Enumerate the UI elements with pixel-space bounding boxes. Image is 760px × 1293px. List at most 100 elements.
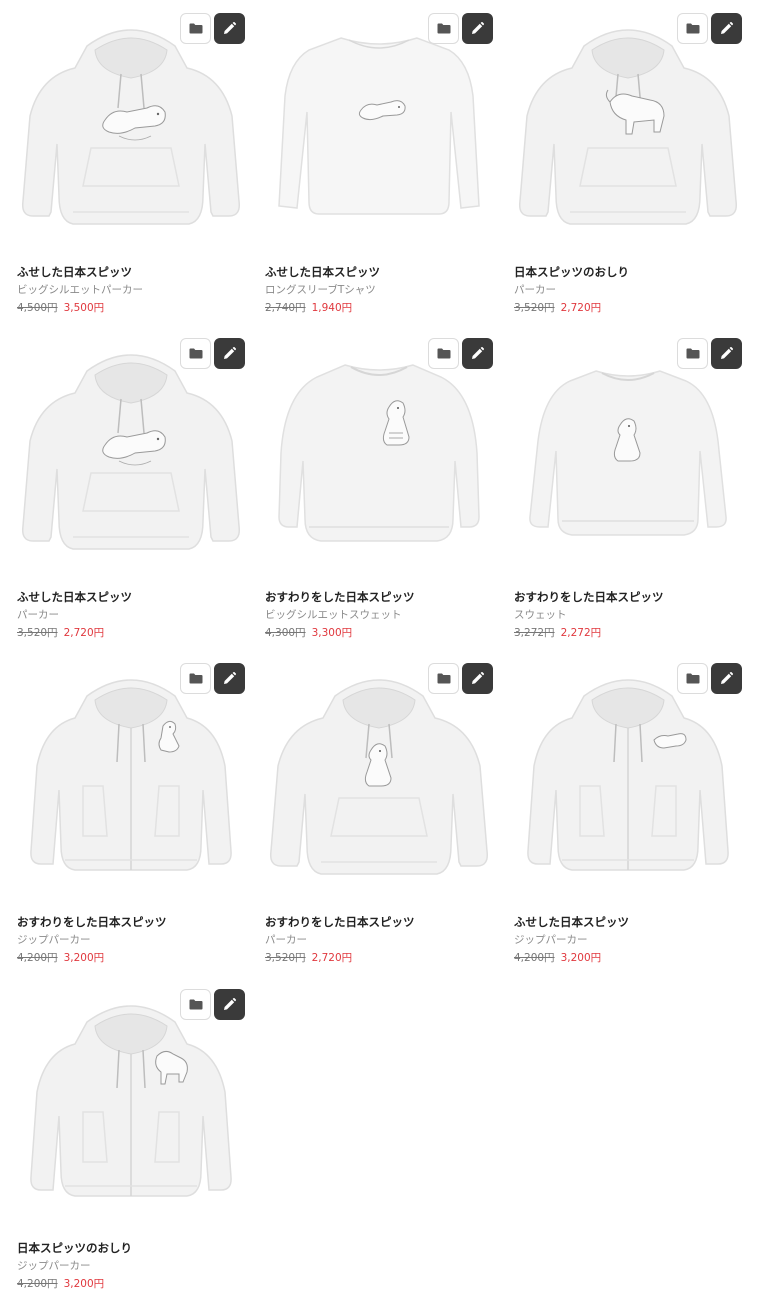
product-card[interactable]: ふせした日本スピッツ ロングスリーブTシャツ 2,740円 1,940円 [265, 13, 493, 316]
edit-button[interactable] [462, 663, 493, 694]
product-card[interactable]: ふせした日本スピッツ ビッグシルエットパーカー 4,500円 3,500円 [17, 13, 245, 316]
folder-icon [437, 348, 450, 359]
product-prices: 4,200円 3,200円 [514, 951, 742, 966]
pencil-icon [224, 672, 236, 684]
product-image[interactable] [514, 663, 742, 894]
pencil-icon [472, 347, 484, 359]
product-prices: 4,300円 3,300円 [265, 626, 493, 641]
add-to-collection-button[interactable] [428, 13, 459, 44]
product-prices: 3,272円 2,272円 [514, 626, 742, 641]
product-image[interactable] [265, 338, 493, 569]
pencil-icon [224, 998, 236, 1010]
product-title[interactable]: ふせした日本スピッツ [265, 264, 493, 280]
product-card[interactable]: ふせした日本スピッツ パーカー 3,520円 2,720円 [17, 338, 245, 641]
product-prices: 4,200円 3,200円 [17, 1277, 245, 1292]
sale-price: 3,500円 [63, 302, 105, 314]
add-to-collection-button[interactable] [180, 13, 211, 44]
product-type: パーカー [17, 609, 59, 621]
product-card[interactable]: おすわりをした日本スピッツ ビッグシルエットスウェット 4,300円 3,300円 [265, 338, 493, 641]
edit-button[interactable] [711, 13, 742, 44]
product-card[interactable]: おすわりをした日本スピッツ ジップパーカー 4,200円 3,200円 [17, 663, 245, 966]
product-type: スウェット [514, 609, 567, 621]
hoodie-illustration [21, 354, 241, 550]
product-prices: 4,500円 3,500円 [17, 301, 245, 316]
product-card[interactable]: おすわりをした日本スピッツ スウェット 3,272円 2,272円 [514, 338, 742, 641]
product-prices: 3,520円 2,720円 [17, 626, 245, 641]
product-title[interactable]: ふせした日本スピッツ [17, 589, 245, 605]
product-image[interactable] [265, 663, 493, 894]
product-image[interactable] [17, 989, 245, 1220]
folder-icon [189, 348, 202, 359]
product-image[interactable] [17, 338, 245, 569]
add-to-collection-button[interactable] [428, 663, 459, 694]
sweatshirt-illustration [528, 370, 728, 536]
original-price: 4,300円 [265, 627, 306, 639]
product-title[interactable]: ふせした日本スピッツ [514, 914, 742, 930]
product-image[interactable] [514, 338, 742, 569]
product-type: パーカー [265, 934, 307, 946]
product-title[interactable]: おすわりをした日本スピッツ [265, 589, 493, 605]
edit-button[interactable] [214, 338, 245, 369]
product-type: ジップパーカー [17, 1260, 91, 1272]
pencil-icon [721, 347, 733, 359]
product-title[interactable]: 日本スピッツのおしり [514, 264, 742, 280]
product-card[interactable]: 日本スピッツのおしり パーカー 3,520円 2,720円 [514, 13, 742, 316]
product-prices: 2,740円 1,940円 [265, 301, 493, 316]
add-to-collection-button[interactable] [428, 338, 459, 369]
folder-icon [437, 23, 450, 34]
product-title[interactable]: おすわりをした日本スピッツ [17, 914, 245, 930]
product-type: パーカー [514, 284, 556, 296]
add-to-collection-button[interactable] [180, 338, 211, 369]
sale-price: 3,300円 [311, 627, 353, 639]
product-image[interactable] [265, 13, 493, 244]
product-image[interactable] [17, 663, 245, 894]
product-image[interactable] [514, 13, 742, 244]
original-price: 3,520円 [265, 952, 306, 964]
hoodie-illustration [518, 29, 738, 225]
add-to-collection-button[interactable] [677, 338, 708, 369]
pencil-icon [721, 672, 733, 684]
product-grid: ふせした日本スピッツ ビッグシルエットパーカー 4,500円 3,500円 ふせし… [0, 0, 760, 1293]
pencil-icon [472, 22, 484, 34]
folder-icon [686, 23, 699, 34]
edit-button[interactable] [711, 338, 742, 369]
sale-price: 3,200円 [63, 952, 105, 964]
sale-price: 2,720円 [560, 302, 602, 314]
sale-price: 2,720円 [63, 627, 105, 639]
hoodie-illustration [269, 679, 489, 875]
product-title[interactable]: おすわりをした日本スピッツ [265, 914, 493, 930]
edit-button[interactable] [462, 338, 493, 369]
product-card[interactable]: おすわりをした日本スピッツ パーカー 3,520円 2,720円 [265, 663, 493, 966]
product-prices: 3,520円 2,720円 [265, 951, 493, 966]
original-price: 3,520円 [514, 302, 555, 314]
pencil-icon [224, 347, 236, 359]
add-to-collection-button[interactable] [180, 663, 211, 694]
edit-button[interactable] [214, 989, 245, 1020]
original-price: 4,500円 [17, 302, 58, 314]
product-title[interactable]: ふせした日本スピッツ [17, 264, 245, 280]
product-prices: 3,520円 2,720円 [514, 301, 742, 316]
original-price: 3,272円 [514, 627, 555, 639]
edit-button[interactable] [214, 13, 245, 44]
edit-button[interactable] [462, 13, 493, 44]
product-image[interactable] [17, 13, 245, 244]
zip-hoodie-illustration [30, 679, 232, 871]
edit-button[interactable] [214, 663, 245, 694]
add-to-collection-button[interactable] [180, 989, 211, 1020]
edit-button[interactable] [711, 663, 742, 694]
product-title[interactable]: 日本スピッツのおしり [17, 1240, 245, 1256]
original-price: 2,740円 [265, 302, 306, 314]
product-type: ジップパーカー [514, 934, 588, 946]
add-to-collection-button[interactable] [677, 663, 708, 694]
folder-icon [189, 999, 202, 1010]
add-to-collection-button[interactable] [677, 13, 708, 44]
product-title[interactable]: おすわりをした日本スピッツ [514, 589, 742, 605]
long-sleeve-tee-illustration [278, 37, 480, 215]
pencil-icon [721, 22, 733, 34]
folder-icon [437, 673, 450, 684]
product-type: ビッグシルエットパーカー [17, 284, 143, 296]
product-card[interactable]: 日本スピッツのおしり ジップパーカー 4,200円 3,200円 [17, 989, 245, 1292]
product-card[interactable]: ふせした日本スピッツ ジップパーカー 4,200円 3,200円 [514, 663, 742, 966]
pencil-icon [224, 22, 236, 34]
sale-price: 2,272円 [560, 627, 602, 639]
